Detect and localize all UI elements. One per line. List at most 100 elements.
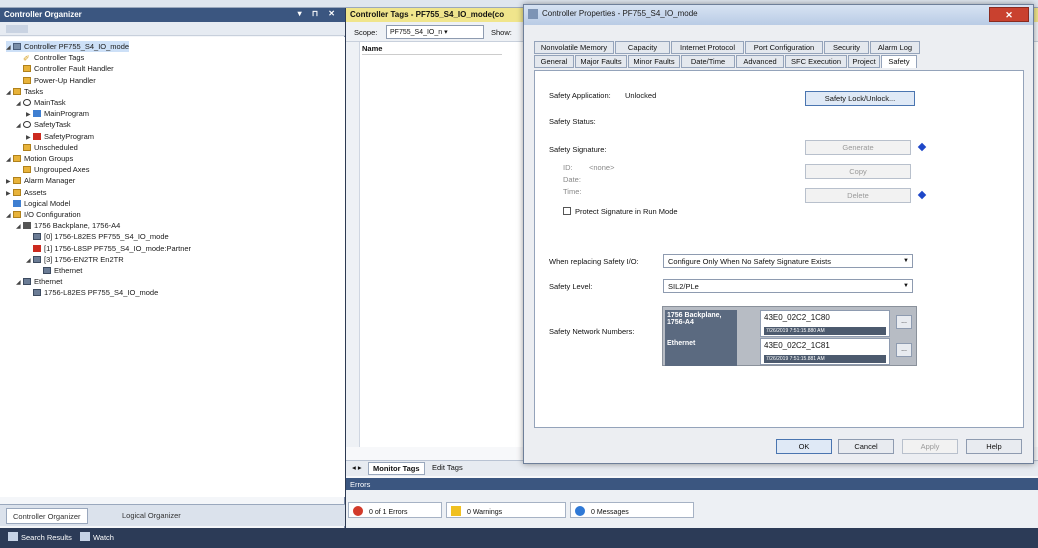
snn-ethernet-timestamp: 7/26/2019 7:51:15.881 AM <box>764 355 886 363</box>
apply-button[interactable]: Apply <box>902 439 958 454</box>
errors-title: Errors <box>346 478 1038 490</box>
tab-internet-protocol[interactable]: Internet Protocol <box>671 41 744 54</box>
tree-item[interactable]: Power-Up Handler <box>16 75 96 86</box>
snn-backplane-browse-button[interactable]: ... <box>896 315 912 329</box>
tab-advanced[interactable]: Advanced <box>736 55 784 68</box>
backplane-icon <box>23 222 31 230</box>
safety-level-select[interactable]: SIL2/PLe ▼ <box>663 279 913 293</box>
snn-ethernet-browse-button[interactable]: ... <box>896 343 912 357</box>
expand-icon[interactable]: ◢ <box>16 278 23 289</box>
tree-item[interactable]: ◢ [3] 1756-EN2TR En2TR <box>26 254 124 265</box>
controller-icon <box>13 43 21 50</box>
tree-item[interactable]: 1756-L82ES PF755_S4_IO_mode <box>26 287 158 298</box>
tab-logical-organizer[interactable]: Logical Organizer <box>116 508 187 524</box>
tab-nav-arrows[interactable]: ◂ ▸ <box>348 462 366 475</box>
tree-item-label: Alarm Manager <box>24 176 76 186</box>
tree-item[interactable]: ◢ SafetyTask <box>16 119 71 130</box>
messages-filter-button[interactable]: 0 Messages <box>570 502 694 518</box>
expand-icon[interactable]: ◢ <box>26 256 33 267</box>
generate-arrow-marker <box>917 142 927 152</box>
folder-icon <box>13 87 21 95</box>
tree-item[interactable]: ✐ Controller Tags <box>16 52 84 63</box>
expand-icon[interactable]: ◢ <box>16 99 23 110</box>
watch-tab[interactable]: Watch <box>80 532 114 542</box>
errors-filter-button[interactable]: 0 of 1 Errors <box>348 502 442 518</box>
tab-controller-organizer[interactable]: Controller Organizer <box>6 508 88 524</box>
expand-icon[interactable]: ◢ <box>6 155 13 166</box>
logical-model-icon <box>13 199 21 207</box>
folder-icon <box>13 177 21 185</box>
tree-item[interactable]: ◢ 1756 Backplane, 1756-A4 <box>16 220 120 231</box>
snn-ethernet-field[interactable]: 43E0_02C2_1C81 7/26/2019 7:51:15.881 AM <box>760 338 890 365</box>
warnings-filter-button[interactable]: 0 Warnings <box>446 502 566 518</box>
scope-select[interactable]: PF755_S4_IO_n ▾ <box>386 25 484 39</box>
signature-id-value: <none> <box>589 163 615 172</box>
dialog-title: Controller Properties - PF755_S4_IO_mode <box>542 9 698 18</box>
tree-item[interactable]: Unscheduled <box>16 142 78 153</box>
tree-item[interactable]: ▶ MainProgram <box>26 108 89 119</box>
folder-icon <box>23 143 31 151</box>
tree-item[interactable]: ◢ Ethernet <box>16 276 62 287</box>
module-icon <box>33 255 41 263</box>
ok-button[interactable]: OK <box>776 439 832 454</box>
close-icon[interactable]: ✕ <box>989 7 1029 22</box>
tab-general[interactable]: General <box>534 55 574 68</box>
tab-alarm-log[interactable]: Alarm Log <box>870 41 920 54</box>
organizer-filter-icon[interactable] <box>6 25 28 33</box>
expand-icon[interactable]: ◢ <box>6 88 13 99</box>
tree-item[interactable]: Ungrouped Axes <box>16 164 89 175</box>
tree-item[interactable]: ◢ Tasks <box>6 86 43 97</box>
tab-capacity[interactable]: Capacity <box>615 41 670 54</box>
cancel-button[interactable]: Cancel <box>838 439 894 454</box>
tree-item-label: 1756-L82ES PF755_S4_IO_mode <box>44 288 159 298</box>
tree-item-label: MainProgram <box>44 109 90 119</box>
tree-item[interactable]: ◢ Motion Groups <box>6 153 73 164</box>
protect-signature-checkbox[interactable] <box>563 207 571 215</box>
tree-item[interactable]: ◢ Controller PF755_S4_IO_mode <box>6 41 130 54</box>
delete-button[interactable]: Delete <box>805 188 911 203</box>
expand-icon[interactable]: ◢ <box>6 211 13 222</box>
replacing-safety-io-select[interactable]: Configure Only When No Safety Signature … <box>663 254 913 268</box>
tree-item[interactable]: Ethernet <box>36 265 82 276</box>
expand-icon[interactable]: ◢ <box>16 222 23 233</box>
tree-item[interactable]: Controller Fault Handler <box>16 63 114 74</box>
tab-sfc-execution[interactable]: SFC Execution <box>785 55 847 68</box>
tree-item[interactable]: ◢ I/O Configuration <box>6 209 81 220</box>
folder-icon <box>13 188 21 196</box>
tab-security[interactable]: Security <box>824 41 869 54</box>
tree-item-label: Power-Up Handler <box>34 75 96 85</box>
organizer-toolbar <box>0 22 345 36</box>
expand-icon[interactable]: ◢ <box>16 121 23 132</box>
tree-item[interactable]: [1] 1756-L8SP PF755_S4_IO_mode:Partner <box>26 243 191 254</box>
tab-project[interactable]: Project <box>848 55 880 68</box>
tab-safety[interactable]: Safety <box>881 55 917 68</box>
tag-icon: ✐ <box>23 54 30 64</box>
tab-major-faults[interactable]: Major Faults <box>575 55 627 68</box>
tab-minor-faults[interactable]: Minor Faults <box>628 55 680 68</box>
tree-item[interactable]: ◢ MainTask <box>16 97 66 108</box>
tree-item[interactable]: ▶ SafetyProgram <box>26 131 94 142</box>
tree-item[interactable]: Logical Model <box>6 198 70 209</box>
tree-item[interactable]: [0] 1756-L82ES PF755_S4_IO_mode <box>26 231 169 242</box>
tree-item[interactable]: ▶ Alarm Manager <box>6 175 75 186</box>
name-column-header[interactable]: Name <box>362 44 502 55</box>
tab-monitor-tags[interactable]: Monitor Tags <box>368 462 425 475</box>
tab-port-configuration[interactable]: Port Configuration <box>745 41 823 54</box>
tab-date-time[interactable]: Date/Time <box>681 55 735 68</box>
generate-button[interactable]: Generate <box>805 140 911 155</box>
help-button[interactable]: Help <box>966 439 1022 454</box>
tree-item[interactable]: ▶ Assets <box>6 187 47 198</box>
expand-icon[interactable]: ◢ <box>6 43 13 54</box>
folder-icon <box>13 211 21 218</box>
search-results-tab[interactable]: Search Results <box>8 532 72 542</box>
safety-lock-unlock-button[interactable]: Safety Lock/Unlock... <box>805 91 915 106</box>
copy-button[interactable]: Copy <box>805 164 911 179</box>
errors-filter-bar: 0 of 1 Errors 0 Warnings 0 Messages <box>346 492 1038 528</box>
tab-nonvolatile-memory[interactable]: Nonvolatile Memory <box>534 41 614 54</box>
tree-item-label: SafetyTask <box>34 120 71 130</box>
snn-backplane-field[interactable]: 43E0_02C2_1C80 7/26/2019 7:51:15.880 AM <box>760 310 890 337</box>
tab-edit-tags[interactable]: Edit Tags <box>428 462 467 475</box>
dropdown-arrow-icon: ▼ <box>903 283 909 289</box>
tree-item-label: SafetyProgram <box>44 131 95 141</box>
pin-close-icon[interactable]: ▾ ⊓ ✕ <box>298 9 339 18</box>
